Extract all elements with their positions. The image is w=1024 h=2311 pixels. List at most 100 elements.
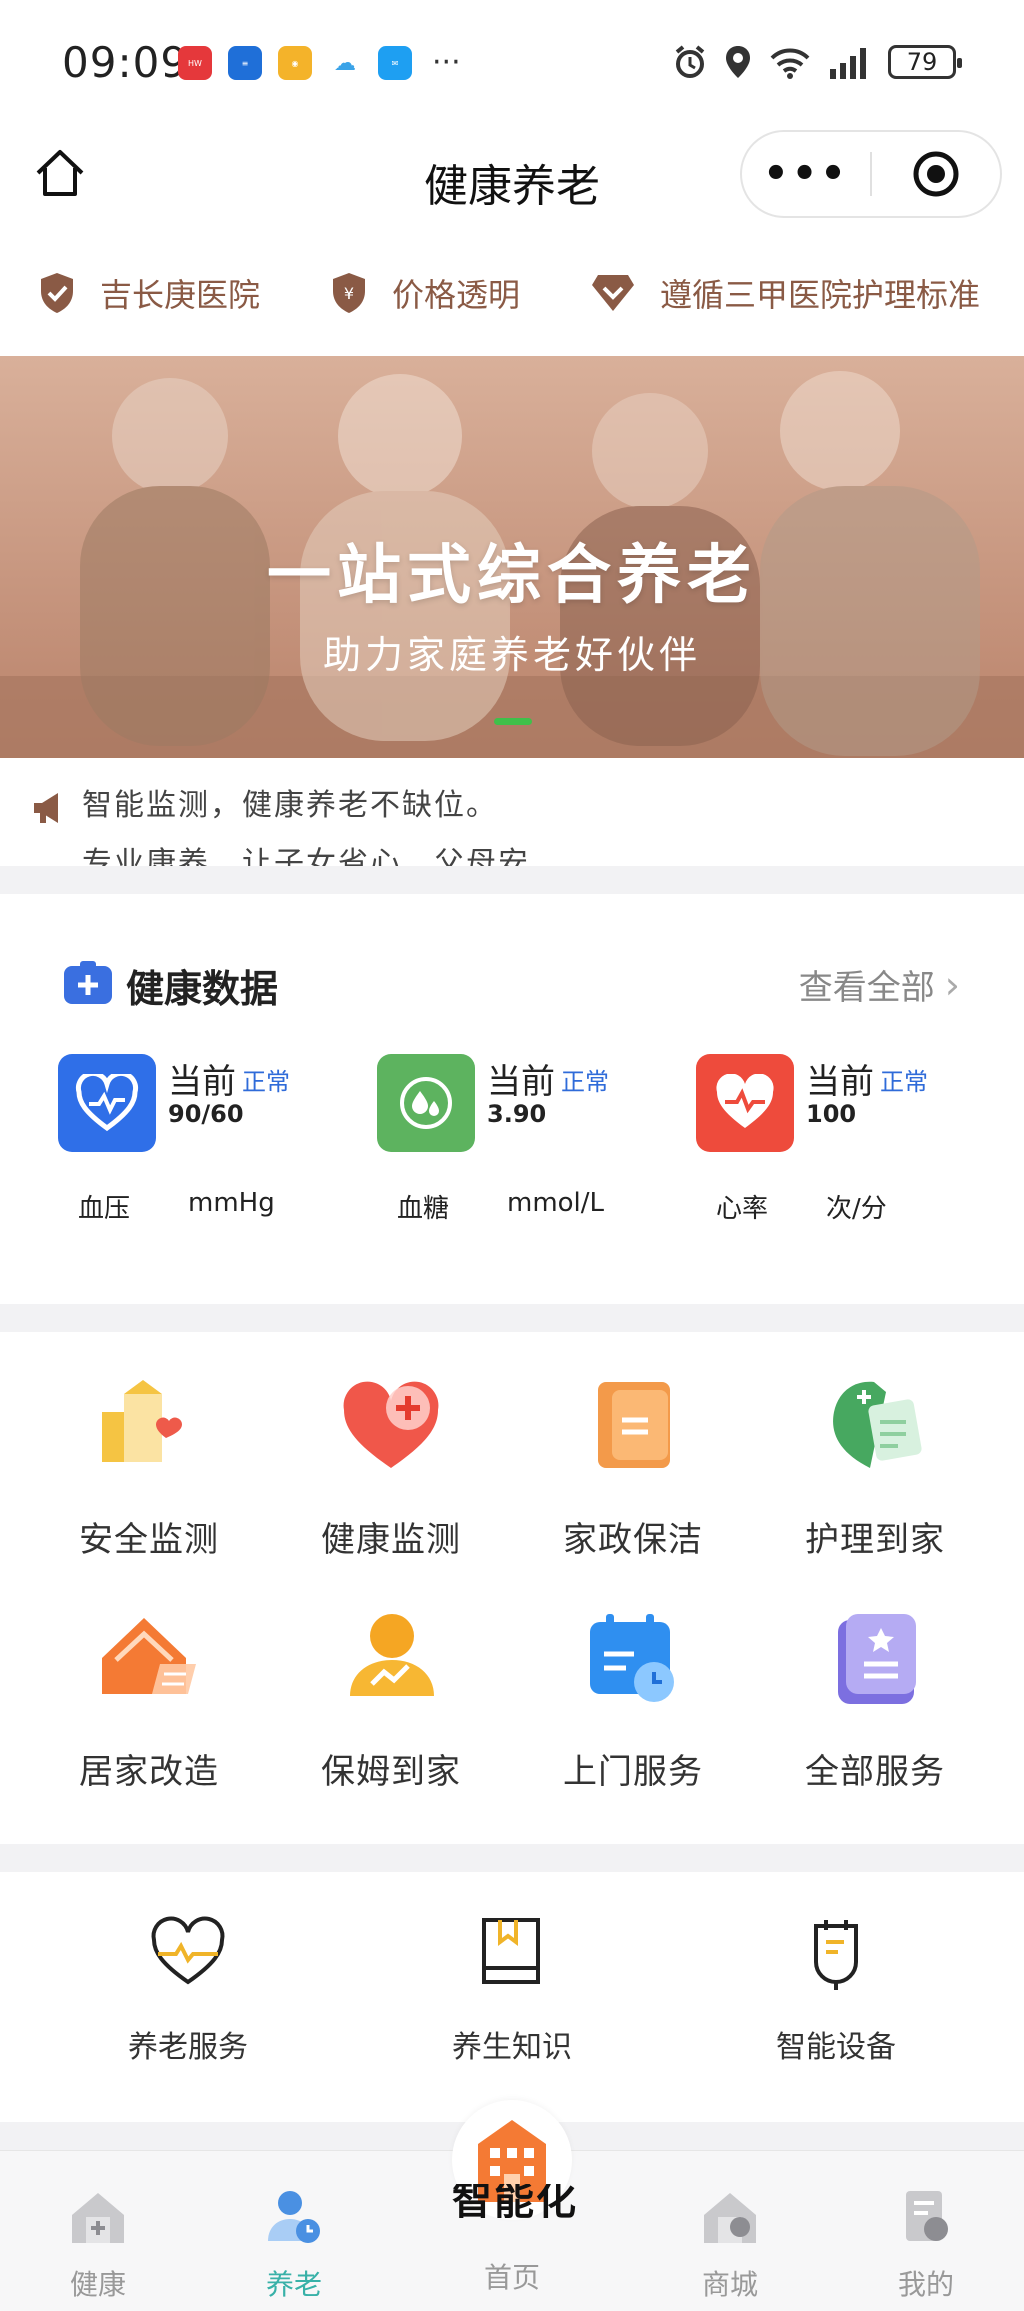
metric-unit: mmHg xyxy=(188,1188,275,1218)
safety-monitor-icon xyxy=(94,1372,204,1482)
badge-label: 遵循三甲医院护理标准 xyxy=(660,276,981,314)
tab-label: 我的 xyxy=(897,2268,954,2301)
service-label: 护理到家 xyxy=(805,1520,945,1560)
services-grid: 安全监测 健康监测 家政保洁 护理到家 居家改造 保姆到家 上门服务 全部服务 xyxy=(0,1332,1024,1844)
tab-mall[interactable]: 商城 xyxy=(660,2181,800,2303)
health-data-title: 健康数据 xyxy=(126,967,279,1011)
miniprogram-capsule: ••• xyxy=(740,130,1002,218)
close-miniprogram-button[interactable] xyxy=(872,149,1000,199)
book-icon xyxy=(472,1912,552,1992)
target-icon xyxy=(913,151,959,197)
more-button[interactable]: ••• xyxy=(742,154,870,194)
sub-service-smart-device[interactable]: 智能设备 xyxy=(716,1912,956,2066)
service-label: 全部服务 xyxy=(805,1752,945,1792)
tab-health[interactable]: 健康 xyxy=(28,2181,168,2303)
megaphone-icon xyxy=(34,793,58,823)
battery-indicator: 79 xyxy=(888,45,962,79)
blood-sugar-icon xyxy=(377,1054,475,1152)
notice-bar[interactable]: 智能监测，健康养老不缺位。 专业康养，让子女省心、父母安 xyxy=(0,758,1024,866)
view-all-link[interactable]: 查看全部 › xyxy=(799,960,960,1009)
metric-value: 100 xyxy=(806,1100,857,1128)
chat-bubble-app-icon: ☁ xyxy=(328,46,362,80)
metric-value: 3.90 xyxy=(487,1100,547,1128)
service-housekeeping[interactable]: 家政保洁 xyxy=(512,1332,754,1562)
service-label: 保姆到家 xyxy=(321,1752,461,1792)
mall-icon xyxy=(694,2181,766,2253)
metric-heart-rate[interactable]: 当前 正常 100 心率 次/分 xyxy=(696,1054,996,1254)
heart-pulse-icon xyxy=(148,1912,228,1992)
hero-banner[interactable]: 一站式综合养老 助力家庭养老好伙伴 xyxy=(0,356,1024,758)
sub-services: 养老服务 养生知识 智能设备 xyxy=(0,1872,1024,2122)
metric-status: 正常 xyxy=(242,1068,290,1096)
wifi-icon xyxy=(770,48,810,79)
trust-badges: 吉长庚医院 ¥ 价格透明 遵循三甲医院护理标准 xyxy=(0,230,1024,356)
metric-name: 血压 xyxy=(78,1194,131,1224)
blood-pressure-icon xyxy=(58,1054,156,1152)
banner-title: 一站式综合养老 xyxy=(267,539,757,613)
service-label: 上门服务 xyxy=(563,1752,703,1792)
tab-mine[interactable]: 我的 xyxy=(856,2181,996,2303)
shield-check-icon xyxy=(41,273,73,313)
service-nanny[interactable]: 保姆到家 xyxy=(270,1564,512,1794)
service-health-monitor[interactable]: 健康监测 xyxy=(270,1332,512,1562)
metric-blood-sugar[interactable]: 当前 正常 3.90 血糖 mmol/L xyxy=(377,1054,677,1254)
metric-unit: mmol/L xyxy=(507,1188,605,1218)
badge-label: 吉长庚医院 xyxy=(100,276,261,314)
center-watermark: 智能化 xyxy=(452,2184,578,2218)
health-home-icon xyxy=(62,2181,134,2253)
tab-label: 养老 xyxy=(265,2268,322,2301)
svg-text:¥: ¥ xyxy=(344,284,354,303)
tab-label: 商城 xyxy=(701,2268,758,2301)
signal-icon xyxy=(830,48,866,79)
device-icon xyxy=(796,1912,876,1992)
badge-price: ¥ 价格透明 xyxy=(330,270,520,316)
diamond-check-icon xyxy=(592,275,635,311)
service-door-service[interactable]: 上门服务 xyxy=(512,1564,754,1794)
service-home-nursing[interactable]: 护理到家 xyxy=(754,1332,996,1562)
sub-service-health-knowledge[interactable]: 养生知识 xyxy=(392,1912,632,2066)
health-monitor-icon xyxy=(336,1372,446,1482)
status-right: 79 xyxy=(672,44,962,80)
weibo-app-icon: ◉ xyxy=(278,46,312,80)
home-renovation-icon xyxy=(94,1604,204,1714)
all-services-icon xyxy=(820,1604,930,1714)
carousel-indicator xyxy=(494,718,532,725)
nanny-icon xyxy=(336,1604,446,1714)
badge-standard: 遵循三甲医院护理标准 xyxy=(590,270,980,316)
metric-current-label: 当前 xyxy=(806,1062,874,1102)
metric-name: 血糖 xyxy=(397,1194,450,1224)
medical-kit-icon xyxy=(64,961,112,1004)
sub-service-label: 养老服务 xyxy=(128,2030,248,2065)
service-safety-monitor[interactable]: 安全监测 xyxy=(28,1332,270,1562)
health-data-card: 健康数据 查看全部 › 当前 正常 90/60 血压 mmHg 当前 正常 3.9… xyxy=(0,894,1024,1304)
docs-app-icon: ≡ xyxy=(228,46,262,80)
alarm-icon xyxy=(675,45,705,78)
status-app-icons: HW ≡ ◉ ☁ ✉ ··· xyxy=(178,46,461,80)
tab-label: 健康 xyxy=(69,2268,126,2301)
location-icon xyxy=(726,46,750,78)
chevron-right-icon: › xyxy=(944,962,960,1007)
huawei-app-icon: HW xyxy=(178,46,212,80)
status-time: 09:09 xyxy=(62,38,189,87)
service-all-services[interactable]: 全部服务 xyxy=(754,1564,996,1794)
tab-label-home: 首页 xyxy=(483,2261,540,2294)
shield-yen-icon: ¥ xyxy=(333,273,366,313)
sub-service-label: 智能设备 xyxy=(776,2030,896,2065)
heart-rate-icon xyxy=(696,1054,794,1152)
status-bar: 09:09 HW ≡ ◉ ☁ ✉ ··· 79 xyxy=(0,0,1024,120)
badge-label: 价格透明 xyxy=(392,276,521,314)
service-label: 健康监测 xyxy=(321,1520,461,1560)
metric-name: 心率 xyxy=(716,1194,769,1224)
message-app-icon: ✉ xyxy=(378,46,412,80)
service-home-renovation[interactable]: 居家改造 xyxy=(28,1564,270,1794)
metric-current-label: 当前 xyxy=(168,1062,236,1102)
badge-hospital: 吉长庚医院 xyxy=(38,270,260,316)
metric-blood-pressure[interactable]: 当前 正常 90/60 血压 mmHg xyxy=(58,1054,358,1254)
status-more: ··· xyxy=(432,45,461,80)
notice-text: 智能监测，健康养老不缺位。 xyxy=(82,788,498,823)
metric-status: 正常 xyxy=(561,1068,609,1096)
door-service-icon xyxy=(578,1604,688,1714)
tab-elderly-care[interactable]: 养老 xyxy=(224,2181,364,2303)
sub-service-elderly-care[interactable]: 养老服务 xyxy=(68,1912,308,2066)
metric-status: 正常 xyxy=(880,1068,928,1096)
